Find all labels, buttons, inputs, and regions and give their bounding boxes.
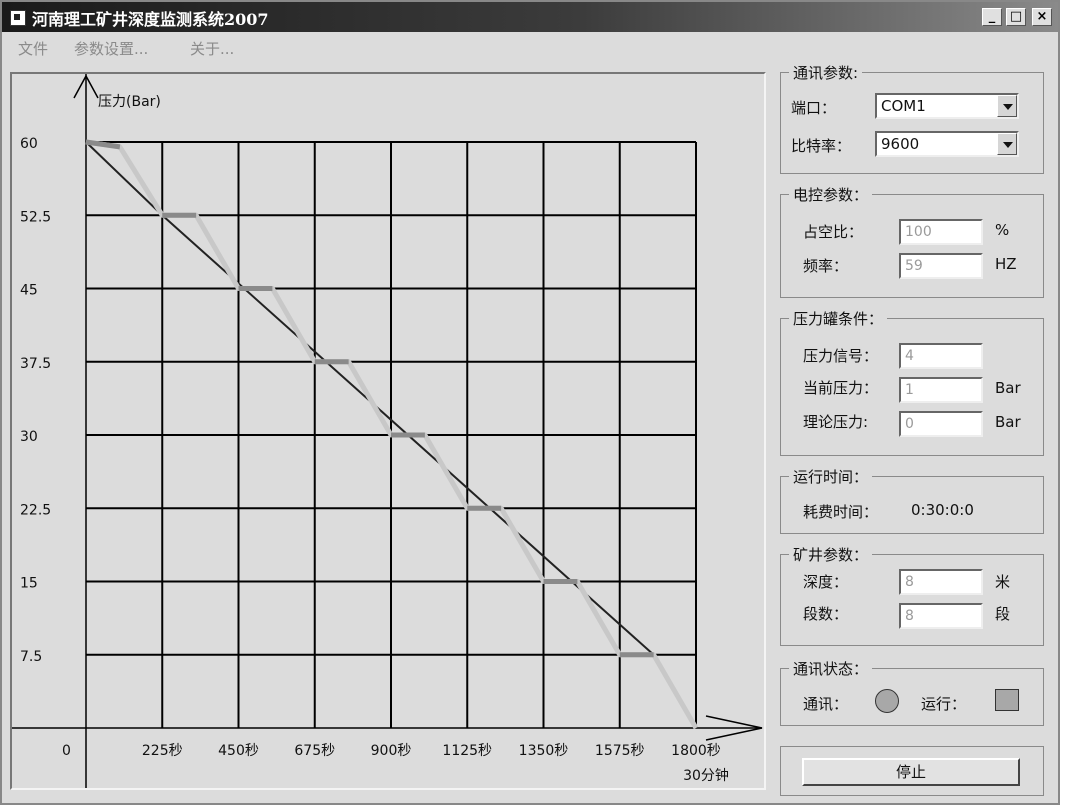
x-tick-label: 1350秒	[519, 743, 569, 759]
y-tick-label: 22.5	[20, 502, 51, 518]
run-status-label: 运行：	[921, 695, 967, 713]
maximize-button[interactable]: □	[1006, 8, 1026, 26]
runtime-title: 运行时间：	[789, 466, 873, 487]
comm-status-label: 通讯：	[803, 695, 849, 713]
y-tick-label: 52.5	[20, 209, 51, 225]
chevron-down-icon[interactable]	[997, 133, 1017, 155]
current-pressure-unit: Bar	[995, 379, 1021, 397]
pressure-chart: 60 52.5 45 37.5 30 22.5 15 7.5 225秒 450秒 675秒 900秒 1…	[12, 74, 763, 788]
depth-field[interactable]: 8	[899, 569, 983, 595]
x-origin-label: 0	[62, 743, 71, 759]
current-pressure-field[interactable]: 1	[899, 377, 983, 403]
segments-unit: 段	[995, 605, 1011, 623]
comm-params-title: 通讯参数:	[789, 62, 863, 83]
menu-file[interactable]: 文件	[18, 38, 48, 59]
signal-field[interactable]: 4	[899, 343, 983, 369]
port-select-value: COM1	[881, 97, 926, 115]
signal-field-value: 4	[905, 348, 914, 364]
duty-field[interactable]: 100	[899, 219, 983, 245]
tank-conditions-group: 压力罐条件： 压力信号： 4 当前压力： 1 Bar 理论压力: 0 Bar	[780, 308, 1044, 456]
port-label: 端口：	[791, 99, 837, 117]
segments-label: 段数：	[803, 605, 849, 623]
duty-unit: %	[995, 221, 1010, 239]
y-tick-label: 60	[20, 136, 38, 152]
x-end-label: 30分钟	[683, 767, 729, 784]
mine-params-title: 矿井参数：	[789, 544, 873, 565]
elapsed-value: 0:30:0:0	[911, 501, 974, 519]
signal-label: 压力信号：	[803, 347, 879, 365]
theory-pressure-field[interactable]: 0	[899, 411, 983, 437]
port-select[interactable]: COM1	[875, 93, 1019, 119]
depth-unit: 米	[995, 573, 1011, 591]
comm-status-title: 通讯状态：	[789, 658, 873, 679]
electric-params-title: 电控参数：	[789, 184, 873, 205]
duty-field-value: 100	[905, 224, 932, 240]
comm-indicator-icon	[875, 689, 899, 713]
mine-params-group: 矿井参数： 深度： 8 米 段数： 8 段	[780, 544, 1044, 646]
electric-params-group: 电控参数： 占空比： 100 % 频率： 59 HZ	[780, 184, 1044, 298]
depth-field-value: 8	[905, 574, 914, 590]
baud-label: 比特率：	[791, 137, 852, 155]
y-tick-label: 15	[20, 576, 38, 592]
runtime-group: 运行时间： 耗费时间： 0:30:0:0	[780, 466, 1044, 534]
main-window: 河南理工矿井深度监测系统2007 _ □ × 文件 参数设置... 关于... …	[0, 0, 1060, 805]
baud-select-value: 9600	[881, 135, 920, 153]
freq-unit: HZ	[995, 255, 1017, 273]
stop-button[interactable]: 停止	[802, 758, 1020, 786]
theory-pressure-label: 理论压力:	[803, 413, 869, 431]
title-bar[interactable]: 河南理工矿井深度监测系统2007 _ □ ×	[2, 2, 1058, 32]
elapsed-label: 耗费时间：	[803, 503, 879, 521]
x-tick-label: 450秒	[218, 743, 259, 759]
segments-field-value: 8	[905, 608, 914, 624]
freq-field[interactable]: 59	[899, 253, 983, 279]
freq-field-value: 59	[905, 258, 923, 274]
y-tick-label: 45	[20, 283, 38, 299]
segments-field[interactable]: 8	[899, 603, 983, 629]
x-tick-label: 900秒	[371, 743, 412, 759]
run-indicator-icon	[995, 689, 1019, 711]
comm-status-group: 通讯状态： 通讯： 运行：	[780, 658, 1044, 726]
depth-label: 深度：	[803, 573, 849, 591]
menu-about[interactable]: 关于...	[190, 38, 234, 59]
current-pressure-value: 1	[905, 382, 914, 398]
pressure-chart-panel: 60 52.5 45 37.5 30 22.5 15 7.5 225秒 450秒 675秒 900秒 1…	[10, 72, 766, 790]
menu-settings[interactable]: 参数设置...	[74, 38, 148, 59]
theory-pressure-unit: Bar	[995, 413, 1021, 431]
close-button[interactable]: ×	[1032, 8, 1052, 26]
menu-bar: 文件 参数设置... 关于...	[2, 34, 1058, 60]
x-tick-label: 1125秒	[442, 743, 492, 759]
duty-label: 占空比：	[803, 223, 864, 241]
x-tick-label: 1575秒	[595, 743, 645, 759]
app-icon[interactable]	[10, 10, 26, 26]
freq-label: 频率：	[803, 257, 849, 275]
y-tick-label: 37.5	[20, 356, 51, 372]
window-title: 河南理工矿井深度监测系统2007	[32, 10, 269, 29]
x-tick-label: 1800秒	[671, 743, 721, 759]
y-tick-label: 30	[20, 429, 38, 445]
tank-conditions-title: 压力罐条件：	[789, 308, 888, 329]
chevron-down-icon[interactable]	[997, 95, 1017, 117]
comm-params-group: 通讯参数: 端口： COM1 比特率： 9600	[780, 62, 1044, 174]
current-pressure-label: 当前压力：	[803, 379, 879, 397]
baud-select[interactable]: 9600	[875, 131, 1019, 157]
y-axis-label: 压力(Bar)	[98, 94, 161, 110]
y-tick-label: 7.5	[20, 649, 42, 665]
theory-pressure-value: 0	[905, 416, 914, 432]
minimize-button[interactable]: _	[982, 8, 1002, 26]
x-tick-label: 225秒	[142, 743, 183, 759]
x-tick-label: 675秒	[294, 743, 335, 759]
